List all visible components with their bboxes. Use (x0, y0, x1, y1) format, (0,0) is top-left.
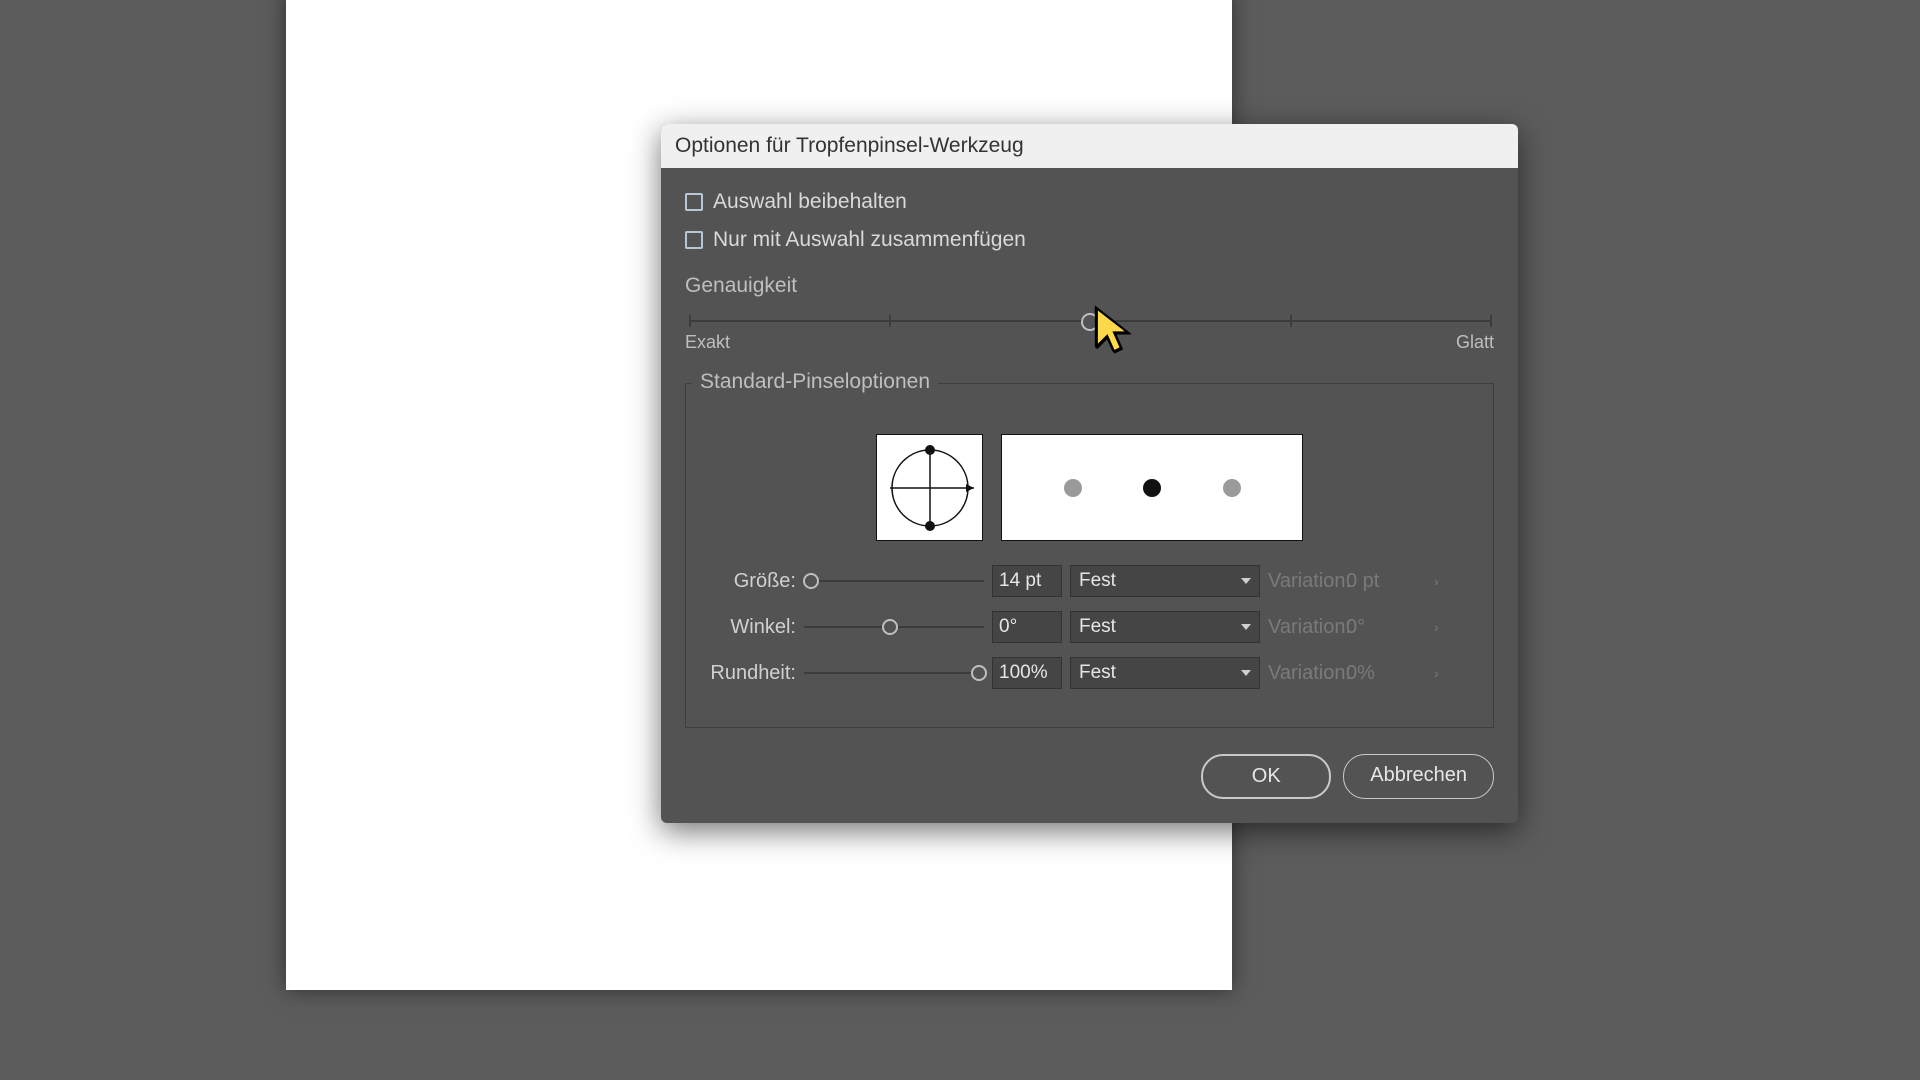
size-mode-dropdown[interactable]: Fest (1070, 565, 1260, 597)
default-brush-options-group: Standard-Pinseloptionen (685, 383, 1494, 728)
brush-dot-icon (1223, 479, 1241, 497)
angle-slider[interactable] (804, 626, 984, 628)
keep-selection-label: Auswahl beibehalten (713, 190, 907, 214)
chevron-right-icon: › (1434, 665, 1446, 681)
angle-variation-label: Variation: (1268, 616, 1338, 639)
cursor-icon (1093, 305, 1135, 353)
size-variation-label: Variation: (1268, 570, 1338, 593)
chevron-right-icon: › (1434, 619, 1446, 635)
angle-slider-handle[interactable] (882, 619, 898, 635)
brush-angle-preview[interactable] (876, 434, 983, 541)
chevron-down-icon (1241, 578, 1251, 584)
merge-with-selection-row[interactable]: Nur mit Auswahl zusammenfügen (685, 228, 1494, 252)
app-background: Optionen für Tropfenpinsel-Werkzeug Ausw… (0, 0, 1920, 1080)
angle-label: Winkel: (706, 616, 796, 639)
chevron-down-icon (1241, 624, 1251, 630)
size-row: Größe: 14 pt Fest Variation: 0 pt › (706, 565, 1473, 597)
dialog-title: Optionen für Tropfenpinsel-Werkzeug (661, 124, 1518, 168)
checkbox-icon[interactable] (685, 193, 703, 211)
fidelity-left-label: Exakt (685, 332, 730, 353)
roundness-mode-dropdown[interactable]: Fest (1070, 657, 1260, 689)
angle-input[interactable]: 0° (992, 611, 1062, 643)
roundness-slider-handle[interactable] (971, 665, 987, 681)
size-slider[interactable] (804, 580, 984, 582)
merge-with-selection-label: Nur mit Auswahl zusammenfügen (713, 228, 1026, 252)
angle-mode-dropdown[interactable]: Fest (1070, 611, 1260, 643)
blob-brush-options-dialog: Optionen für Tropfenpinsel-Werkzeug Ausw… (661, 124, 1518, 823)
default-brush-options-label: Standard-Pinseloptionen (692, 370, 938, 394)
roundness-variation-value: 0% (1346, 662, 1426, 685)
size-input[interactable]: 14 pt (992, 565, 1062, 597)
checkbox-icon[interactable] (685, 231, 703, 249)
fidelity-label: Genauigkeit (685, 274, 1494, 298)
roundness-slider[interactable] (804, 672, 984, 674)
brush-spacing-preview[interactable] (1001, 434, 1303, 541)
size-variation-value: 0 pt (1346, 570, 1426, 593)
fidelity-slider[interactable] (689, 320, 1490, 322)
roundness-variation-label: Variation: (1268, 662, 1338, 685)
ok-button[interactable]: OK (1201, 754, 1331, 799)
cancel-button[interactable]: Abbrechen (1343, 754, 1494, 799)
roundness-input[interactable]: 100% (992, 657, 1062, 689)
roundness-label: Rundheit: (706, 662, 796, 685)
angle-variation-value: 0° (1346, 616, 1426, 639)
fidelity-right-label: Glatt (1456, 332, 1494, 353)
size-slider-handle[interactable] (803, 573, 819, 589)
keep-selection-row[interactable]: Auswahl beibehalten (685, 190, 1494, 214)
brush-dot-icon (1064, 479, 1082, 497)
angle-row: Winkel: 0° Fest Variation: 0° › (706, 611, 1473, 643)
chevron-right-icon: › (1434, 573, 1446, 589)
size-label: Größe: (706, 570, 796, 593)
chevron-down-icon (1241, 670, 1251, 676)
roundness-row: Rundheit: 100% Fest Variation: 0% › (706, 657, 1473, 689)
brush-dot-icon (1143, 479, 1161, 497)
